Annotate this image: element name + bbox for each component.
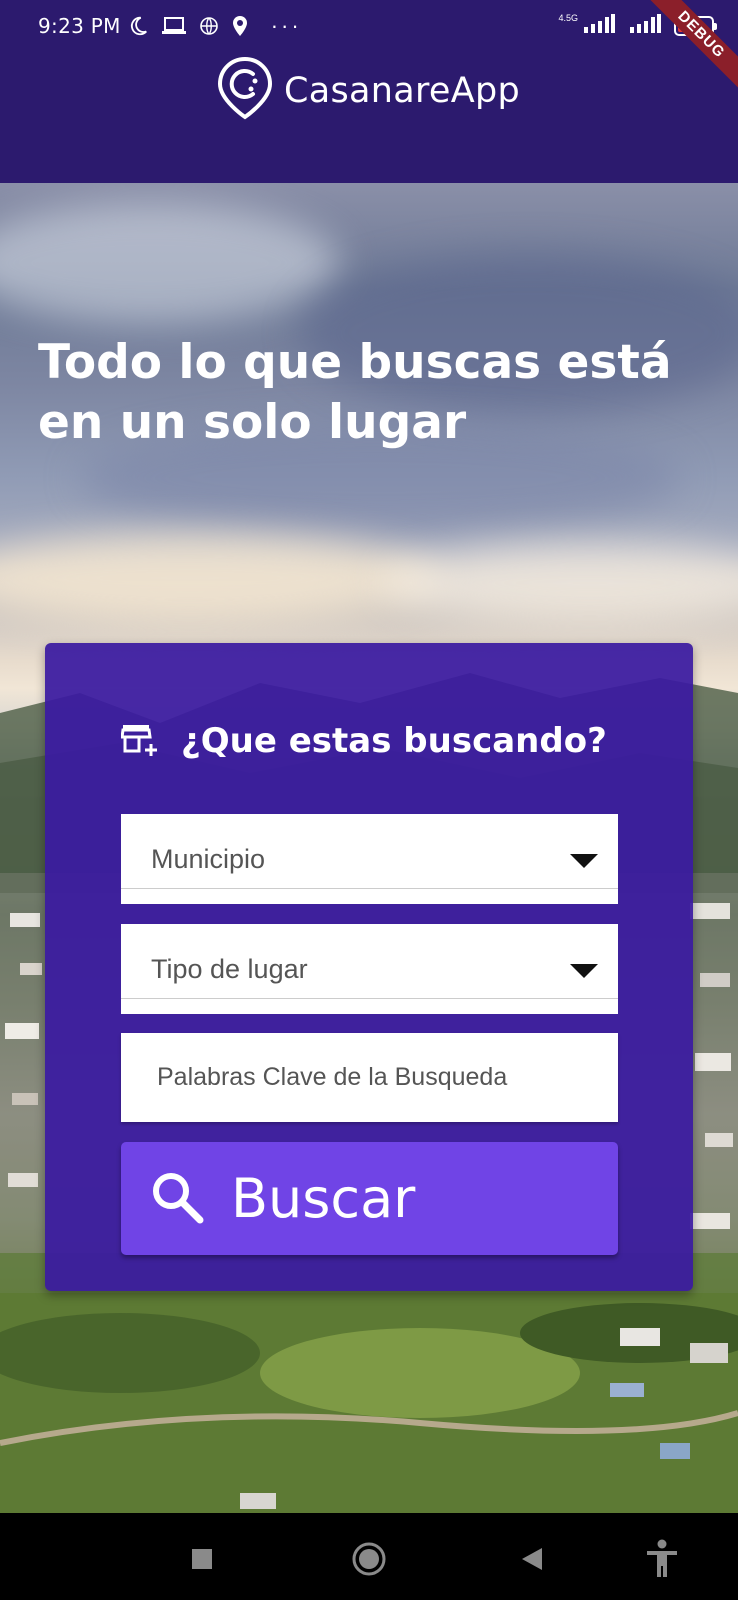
search-card-title: ¿Que estas buscando?: [120, 721, 607, 761]
hero-headline: Todo lo que buscas está en un solo lugar: [38, 335, 672, 450]
store-add-icon: [120, 722, 159, 761]
app-screen: 9:23 PM ··· 4.5G DEBUG CasanareApp Todo …: [0, 0, 738, 1600]
status-bar: 9:23 PM ··· 4.5G: [0, 0, 738, 52]
cloud-shape: [0, 203, 340, 323]
chevron-down-icon: [570, 854, 598, 868]
network-type: 4.5G: [558, 13, 578, 23]
accessibility-icon[interactable]: [640, 1537, 684, 1581]
status-time: 9:23 PM: [38, 14, 121, 38]
search-icon: [149, 1169, 205, 1228]
more-dots-icon: ···: [270, 13, 302, 38]
search-button-label: Buscar: [231, 1167, 416, 1230]
app-logo[interactable]: CasanareApp: [216, 56, 520, 125]
back-triangle-icon[interactable]: [510, 1537, 554, 1581]
status-icons-left: ···: [127, 15, 302, 37]
signal-icon-2: [628, 13, 662, 39]
app-name: CasanareApp: [284, 70, 521, 111]
search-button[interactable]: Buscar: [121, 1142, 618, 1255]
location-pin-icon: [231, 15, 249, 37]
cloud-shape: [380, 543, 738, 623]
municipio-dropdown[interactable]: Municipio: [121, 814, 618, 904]
dropdown-underline: [121, 888, 618, 889]
globe-icon: [199, 16, 219, 36]
municipio-dropdown-label: Municipio: [151, 844, 266, 874]
tipo-lugar-dropdown-label: Tipo de lugar: [151, 954, 308, 984]
tipo-lugar-dropdown[interactable]: Tipo de lugar: [121, 924, 618, 1014]
moon-icon: [127, 15, 149, 37]
chevron-down-icon: [570, 964, 598, 978]
search-card-title-text: ¿Que estas buscando?: [181, 721, 607, 761]
logo-pin-icon: [216, 56, 274, 125]
system-navigation-bar: [0, 1513, 738, 1600]
dropdown-underline: [121, 998, 618, 999]
recents-square-icon[interactable]: [180, 1537, 224, 1581]
search-card: ¿Que estas buscando? Municipio Tipo de l…: [45, 643, 693, 1291]
green-fields: [0, 1293, 738, 1513]
laptop-icon: [161, 16, 187, 36]
cloud-shape: [0, 533, 440, 623]
app-header: CasanareApp: [0, 52, 738, 183]
keywords-search-input[interactable]: [121, 1033, 618, 1122]
signal-icon: [580, 13, 616, 39]
home-circle-icon[interactable]: [347, 1537, 391, 1581]
